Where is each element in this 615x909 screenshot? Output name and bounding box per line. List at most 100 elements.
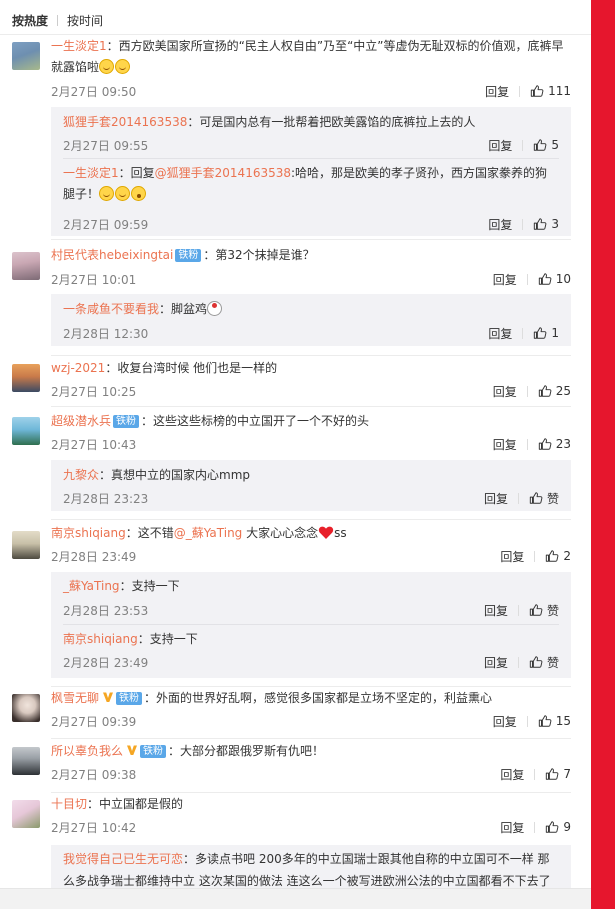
- like-button[interactable]: 1: [533, 326, 559, 340]
- mention-link[interactable]: @_蘇YaTing: [174, 526, 243, 540]
- reply-date: 2月27日 09:55: [63, 139, 149, 153]
- like-count: 111: [548, 84, 571, 98]
- like-count: 10: [555, 272, 571, 286]
- reply-actions: 回复 5: [488, 137, 559, 153]
- fan-badge: 铁粉: [113, 415, 140, 428]
- action-separator: [517, 492, 519, 504]
- reply-text: 南京shiqiang：支持一下: [63, 629, 559, 650]
- thinking-emoji-icon: [131, 186, 147, 201]
- reply-item: 一条咸鱼不要看我：脚盆鸡 2月28日 12:30 回复 1: [51, 294, 571, 346]
- verified-badge-icon: [103, 692, 114, 702]
- comment-body-end: ss: [334, 526, 347, 540]
- tab-by-hot[interactable]: 按热度: [12, 12, 48, 29]
- like-button[interactable]: 赞: [529, 654, 559, 671]
- reply-button[interactable]: 回复: [500, 766, 524, 783]
- comment-actions: 回复 111: [485, 83, 571, 99]
- reply-button[interactable]: 回复: [488, 216, 512, 233]
- reply-date: 2月28日 23:49: [63, 656, 149, 670]
- like-button[interactable]: 5: [533, 138, 559, 152]
- username-link[interactable]: 狐狸手套2014163538: [63, 115, 187, 129]
- username-link[interactable]: wzj-2021: [51, 361, 105, 375]
- comment-date: 2月27日 09:38: [51, 768, 137, 782]
- username-link[interactable]: 枫雪无聊: [51, 691, 99, 705]
- reply-button[interactable]: 回复: [484, 654, 508, 671]
- action-separator: [534, 768, 536, 780]
- like-button[interactable]: 23: [538, 437, 571, 451]
- like-button[interactable]: 111: [530, 84, 571, 98]
- comment-actions: 回复 10: [493, 271, 571, 287]
- like-button[interactable]: 25: [538, 384, 571, 398]
- comment-item: 超级潜水兵 铁粉 ：这些这些标榜的中立国开了一个不好的头 2月27日 10:43 回…: [0, 407, 591, 520]
- username-link[interactable]: 一生淡定1: [63, 166, 119, 180]
- comment-text: 所以辜负我么 铁粉 ：大部分都跟俄罗斯有仇吧！: [51, 741, 571, 762]
- reply-button[interactable]: 回复: [500, 819, 524, 836]
- side-accent-bar: [591, 0, 615, 909]
- avatar[interactable]: [12, 694, 40, 722]
- like-count: 9: [563, 820, 571, 834]
- reply-button[interactable]: 回复: [493, 271, 517, 288]
- reply-item: 一生淡定1：回复@狐狸手套2014163538:哈哈，那是欧美的孝子贤孙，西方国…: [51, 159, 571, 236]
- reply-box: 我觉得自己已生无可恋：多读点书吧 200多年的中立国瑞士跟其他自称的中立国可不一…: [51, 845, 571, 889]
- reply-button[interactable]: 回复: [488, 325, 512, 342]
- avatar[interactable]: [12, 417, 40, 445]
- username-link[interactable]: 九黎众: [63, 468, 99, 482]
- like-button[interactable]: 15: [538, 714, 571, 728]
- reply-actions: 回复 1: [488, 325, 559, 341]
- username-link[interactable]: _蘇YaTing: [63, 579, 120, 593]
- mention-link[interactable]: @狐狸手套2014163538: [155, 166, 291, 180]
- reply-button[interactable]: 回复: [493, 436, 517, 453]
- avatar[interactable]: [12, 747, 40, 775]
- reply-date: 2月28日 23:23: [63, 492, 149, 506]
- comment-text: 十目切：中立国都是假的: [51, 794, 571, 815]
- tab-by-time[interactable]: 按时间: [67, 12, 103, 29]
- comment-body: ：这不错: [125, 526, 174, 540]
- reply-body: ：脚盆鸡: [159, 302, 208, 316]
- reply-button[interactable]: 回复: [493, 713, 517, 730]
- username-link[interactable]: 南京shiqiang: [63, 632, 138, 646]
- username-link[interactable]: 南京shiqiang: [51, 526, 126, 540]
- reply-date: 2月27日 09:59: [63, 218, 149, 232]
- thumbs-up-icon: [538, 385, 552, 397]
- avatar[interactable]: [12, 531, 40, 559]
- username-link[interactable]: 超级潜水兵: [51, 414, 111, 428]
- like-button[interactable]: 赞: [529, 602, 559, 619]
- bottom-bar: [0, 888, 591, 909]
- username-link[interactable]: 一生淡定1: [51, 39, 107, 53]
- username-link[interactable]: 十目切: [51, 797, 87, 811]
- like-button[interactable]: 10: [538, 272, 571, 286]
- like-count: 25: [555, 384, 571, 398]
- reply-button[interactable]: 回复: [484, 602, 508, 619]
- heart-icon: [318, 526, 334, 539]
- like-button[interactable]: 7: [545, 767, 571, 781]
- thumbs-up-icon: [529, 604, 543, 616]
- comment-actions: 回复 2: [500, 548, 571, 564]
- comment-item: 所以辜负我么 铁粉 ：大部分都跟俄罗斯有仇吧！ 2月27日 09:38 回复 7: [0, 739, 591, 793]
- avatar[interactable]: [12, 364, 40, 392]
- avatar[interactable]: [12, 252, 40, 280]
- reply-button[interactable]: 回复: [493, 383, 517, 400]
- avatar[interactable]: [12, 800, 40, 828]
- like-button[interactable]: 3: [533, 217, 559, 231]
- like-button[interactable]: 2: [545, 549, 571, 563]
- reply-button[interactable]: 回复: [500, 548, 524, 565]
- comment-panel: 按热度 按时间 一生淡定1：西方欧美国家所宣扬的“民主人权自由”乃至“中立”等虚…: [0, 0, 591, 889]
- thumbs-up-icon: [529, 492, 543, 504]
- username-link[interactable]: 村民代表hebeixingtai: [51, 248, 173, 262]
- reply-button[interactable]: 回复: [485, 83, 509, 100]
- comment-date: 2月27日 09:50: [51, 85, 137, 99]
- grin-emoji-icon: [99, 59, 115, 74]
- like-button[interactable]: 9: [545, 820, 571, 834]
- username-link[interactable]: 我觉得自己已生无可恋: [63, 852, 183, 866]
- thumbs-up-icon: [529, 656, 543, 668]
- action-separator: [526, 385, 528, 397]
- reply-button[interactable]: 回复: [488, 137, 512, 154]
- username-link[interactable]: 所以辜负我么: [51, 744, 123, 758]
- avatar[interactable]: [12, 42, 40, 70]
- thumbs-up-icon: [534, 139, 547, 151]
- comment-body: ：大部分都跟俄罗斯有仇吧！: [168, 744, 325, 758]
- username-link[interactable]: 一条咸鱼不要看我: [63, 302, 159, 316]
- like-button[interactable]: 赞: [529, 490, 559, 507]
- thumbs-up-icon: [530, 85, 544, 97]
- reply-button[interactable]: 回复: [484, 490, 508, 507]
- comment-text: 一生淡定1：西方欧美国家所宣扬的“民主人权自由”乃至“中立”等虚伪无耻双标的价值…: [51, 36, 571, 78]
